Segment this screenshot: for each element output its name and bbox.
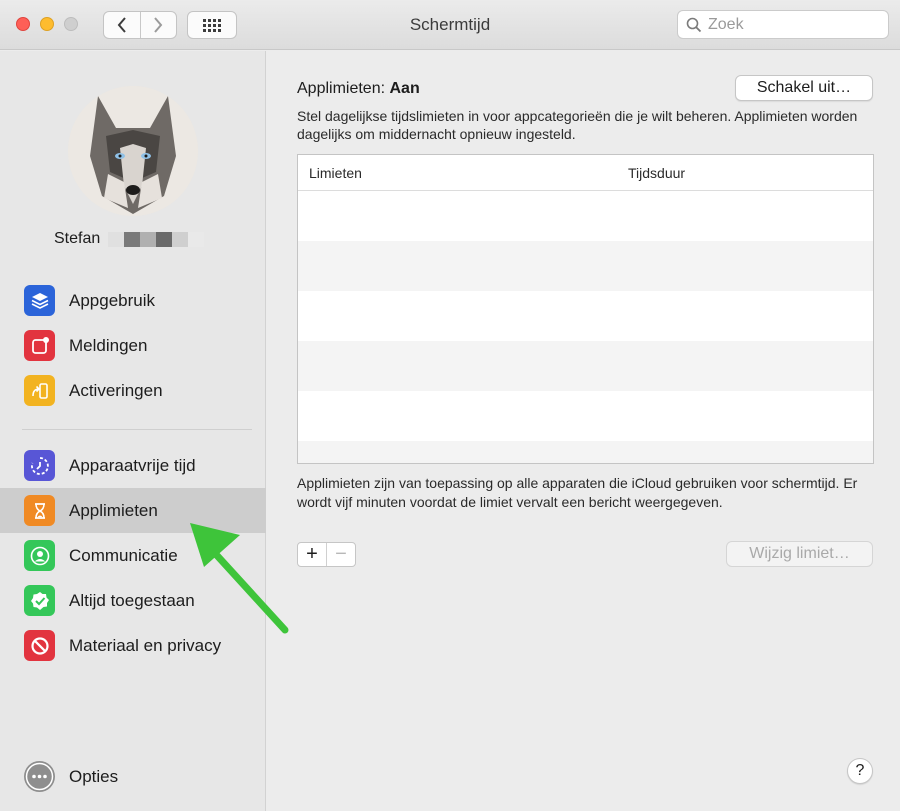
- title-bar: Schermtijd: [0, 0, 900, 50]
- avatar[interactable]: [68, 86, 198, 216]
- description-text: Stel dagelijkse tijdslimieten in voor ap…: [297, 108, 858, 142]
- table-row: [298, 291, 873, 341]
- search-input[interactable]: [708, 15, 878, 34]
- sidebar-item-opties[interactable]: Opties: [0, 754, 266, 799]
- sidebar-item-label: Meldingen: [69, 335, 148, 355]
- sidebar-item-materiaal-en-privacy[interactable]: Materiaal en privacy: [0, 623, 266, 668]
- sidebar-item-label: Appgebruik: [69, 290, 156, 310]
- table-row: [298, 391, 873, 441]
- info-note: Applimieten zijn van toepassing op alle …: [297, 475, 858, 510]
- main-panel: Applimieten: Aan Schakel uit… Stel dagel…: [267, 51, 900, 811]
- sidebar-item-label: Altijd toegestaan: [69, 590, 195, 610]
- turn-off-button[interactable]: Schakel uit…: [735, 75, 873, 101]
- column-header-limieten[interactable]: Limieten: [309, 165, 362, 181]
- sidebar-item-label: Materiaal en privacy: [69, 635, 222, 655]
- app-limits-heading: Applimieten: Aan: [297, 80, 420, 98]
- wolf-avatar-icon: [68, 86, 198, 216]
- edit-limit-button[interactable]: Wijzig limiet…: [726, 541, 873, 567]
- sidebar-item-label: Activeringen: [69, 380, 163, 400]
- restriction-icon: [24, 630, 55, 661]
- user-name-text: Stefan: [54, 230, 101, 247]
- contact-icon: [24, 540, 55, 571]
- table-row: [298, 241, 873, 291]
- status-value: Aan: [389, 80, 420, 97]
- limits-table[interactable]: Limieten Tijdsduur: [297, 154, 874, 464]
- layers-icon: [24, 285, 55, 316]
- sidebar-item-label: Opties: [69, 766, 119, 786]
- redacted-surname: [108, 231, 205, 247]
- sidebar-item-communicatie[interactable]: Communicatie: [0, 533, 266, 578]
- sidebar-item-meldingen[interactable]: Meldingen: [0, 323, 266, 368]
- add-limit-button[interactable]: +: [298, 543, 326, 566]
- table-row: [298, 341, 873, 391]
- more-options-icon: [24, 761, 55, 792]
- sidebar-item-label: Apparaatvrije tijd: [69, 455, 196, 475]
- help-button[interactable]: ?: [847, 758, 873, 784]
- user-name: Stefan: [54, 230, 205, 248]
- checkmark-badge-icon: [24, 585, 55, 616]
- table-row: [298, 441, 873, 463]
- search-icon: [686, 17, 702, 32]
- sidebar: Stefan Appgebruik Meldingen Activeringen…: [0, 51, 266, 811]
- table-row: [298, 191, 873, 241]
- sidebar-item-altijd-toegestaan[interactable]: Altijd toegestaan: [0, 578, 266, 623]
- sidebar-divider: [22, 429, 252, 430]
- pickup-icon: [24, 375, 55, 406]
- hourglass-icon: [24, 495, 55, 526]
- downtime-icon: [24, 450, 55, 481]
- add-remove-control: + −: [297, 542, 356, 567]
- sidebar-item-activeringen[interactable]: Activeringen: [0, 368, 266, 413]
- table-header: Limieten Tijdsduur: [298, 155, 873, 191]
- sidebar-item-label: Applimieten: [69, 500, 158, 520]
- search-field[interactable]: [677, 10, 889, 39]
- notification-icon: [24, 330, 55, 361]
- sidebar-item-label: Communicatie: [69, 545, 178, 565]
- sidebar-item-apparaatvrije-tijd[interactable]: Apparaatvrije tijd: [0, 443, 266, 488]
- sidebar-item-appgebruik[interactable]: Appgebruik: [0, 278, 266, 323]
- heading-label: Applimieten:: [297, 80, 386, 97]
- sidebar-item-applimieten[interactable]: Applimieten: [0, 488, 266, 533]
- remove-limit-button[interactable]: −: [326, 543, 355, 566]
- column-header-tijdsduur[interactable]: Tijdsduur: [628, 165, 685, 181]
